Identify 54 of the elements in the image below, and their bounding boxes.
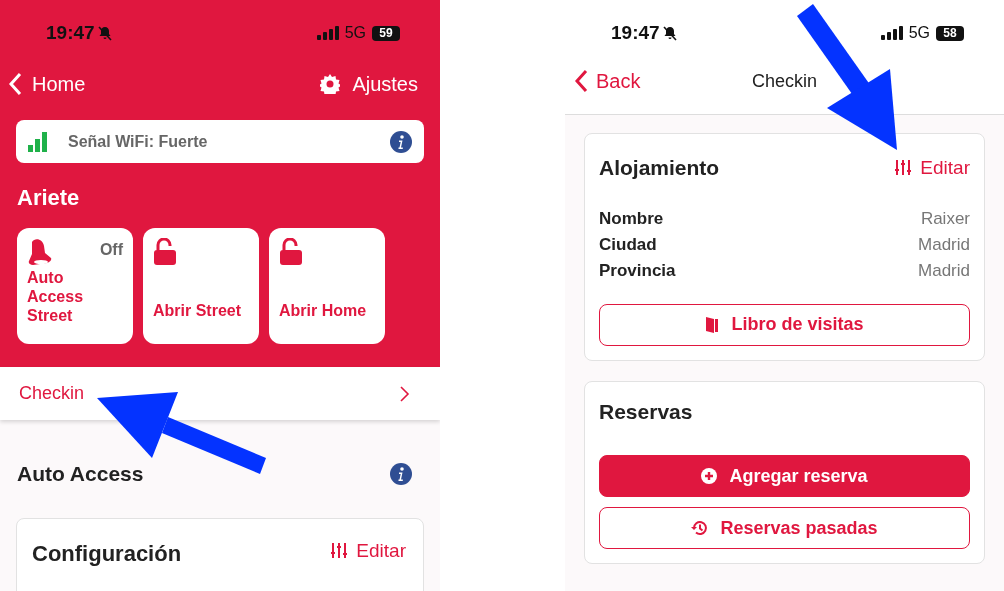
field-label: Nombre	[599, 207, 664, 230]
tile-label: Auto Access Street	[27, 268, 85, 325]
tile-label: Abrir Home	[279, 301, 367, 320]
checkin-label: Checkin	[19, 382, 85, 405]
sliders-icon	[895, 159, 912, 177]
status-time: 19:47	[46, 20, 95, 45]
back-button[interactable]: Home	[8, 69, 86, 99]
chevron-right-icon	[400, 385, 410, 402]
tile-label: Abrir Street	[153, 301, 242, 320]
wifi-status-text: Señal WiFi: Fuerte	[68, 131, 209, 152]
tile-status: Off	[99, 240, 123, 260]
primary-button[interactable]: Agregar reserva	[599, 455, 970, 497]
battery-indicator: 59	[372, 25, 400, 41]
field-label: Ciudad	[599, 233, 657, 256]
back-button[interactable]: Back	[574, 66, 641, 96]
edit-button[interactable]: Editar	[895, 153, 970, 182]
field-value: Raixer	[920, 207, 970, 230]
info-icon	[390, 130, 412, 153]
battery-indicator: 58	[936, 25, 964, 41]
status-time: 19:47	[611, 20, 660, 45]
add-icon	[701, 468, 718, 484]
settings-button[interactable]: Ajustes	[320, 69, 418, 99]
action-tile[interactable]: Abrir Home	[269, 228, 385, 344]
wifi-strength-icon	[28, 131, 48, 152]
back-chevron-icon	[8, 72, 22, 96]
silent-bell-icon	[96, 25, 113, 41]
outline-button[interactable]: Libro de visitas	[599, 303, 970, 346]
cellular-signal-icon	[316, 26, 339, 40]
section-title: Auto Access	[17, 461, 144, 487]
action-tile[interactable]: Off Auto Access Street	[17, 228, 133, 344]
network-label: 5G	[344, 23, 366, 43]
book-icon	[705, 316, 720, 333]
outline-button[interactable]: Reservas pasadas	[599, 507, 970, 549]
screen-title: Checkin	[752, 69, 818, 93]
field-label: Provincia	[599, 259, 676, 282]
sliders-icon	[331, 542, 348, 560]
action-tile[interactable]: Abrir Street	[143, 228, 259, 344]
back-chevron-icon	[574, 69, 588, 93]
checkin-row[interactable]: Checkin	[0, 367, 440, 420]
card-title: Reservas	[599, 398, 694, 425]
card-title: Configuración	[32, 539, 182, 568]
info-icon	[390, 462, 412, 485]
padlock-icon	[279, 238, 303, 266]
history-icon	[691, 520, 709, 536]
padlock-icon	[153, 238, 177, 266]
network-label: 5G	[908, 23, 930, 43]
field-value: Madrid	[918, 259, 970, 282]
silent-bell-icon	[661, 25, 678, 41]
section-title: Ariete	[17, 184, 81, 212]
field-value: Madrid	[918, 233, 970, 256]
card-title: Alojamiento	[599, 155, 720, 181]
edit-button[interactable]: Editar	[331, 536, 406, 565]
cellular-signal-icon	[880, 26, 903, 40]
settings-icon	[320, 74, 341, 94]
